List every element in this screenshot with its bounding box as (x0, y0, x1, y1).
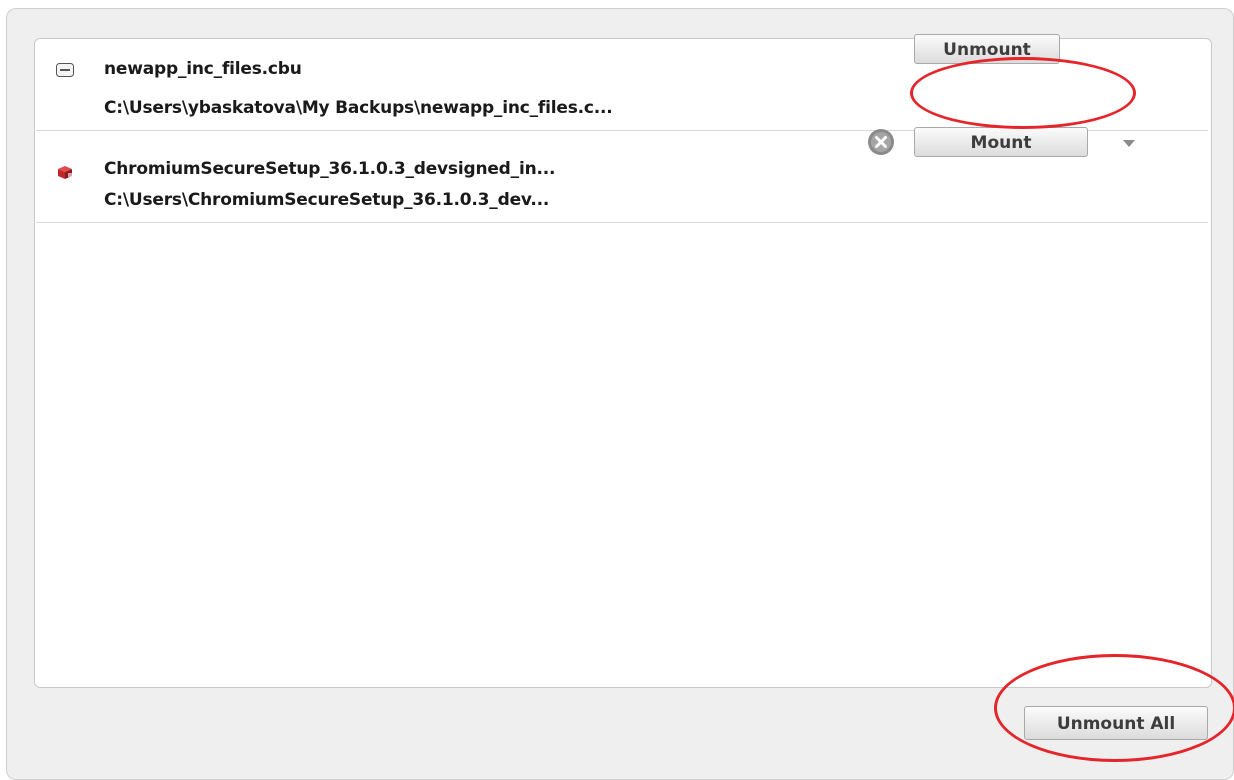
unmount-all-button[interactable]: Unmount All (1024, 706, 1208, 740)
file-path: C:\Users\ybaskatova\My Backups\newapp_in… (104, 98, 613, 118)
chevron-down-icon[interactable] (1121, 137, 1137, 149)
file-name: newapp_inc_files.cbu (104, 59, 302, 79)
cancel-icon[interactable] (867, 128, 895, 156)
package-icon (58, 166, 72, 179)
drive-icon (56, 63, 74, 77)
mount-button[interactable]: Mount (914, 127, 1088, 157)
file-name: ChromiumSecureSetup_36.1.0.3_devsigned_i… (104, 159, 556, 179)
unmount-button[interactable]: Unmount (914, 34, 1060, 64)
file-path: C:\Users\ChromiumSecureSetup_36.1.0.3_de… (104, 190, 550, 210)
